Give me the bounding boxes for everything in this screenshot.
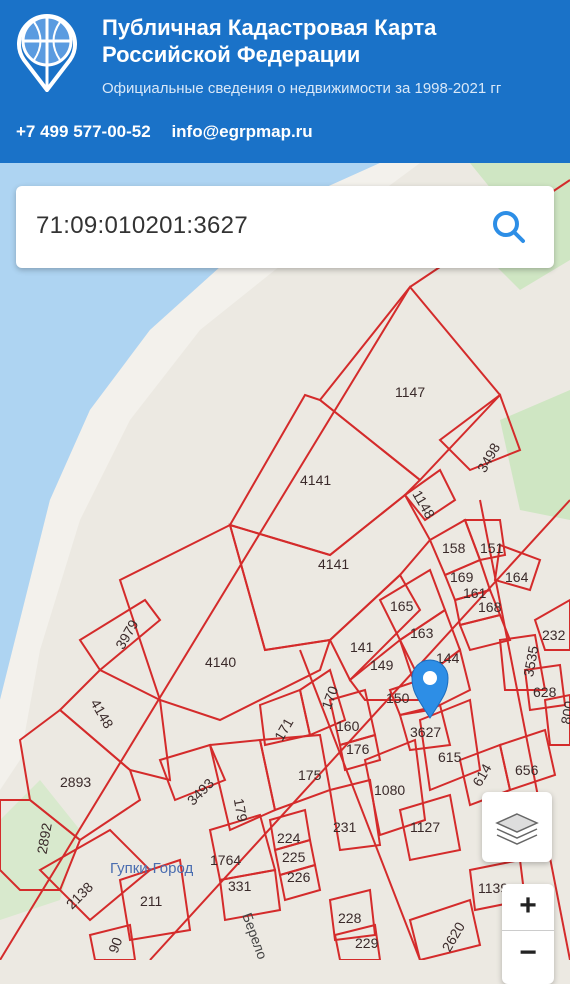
plot-label: 331 [228,878,252,894]
email-link[interactable]: info@egrpmap.ru [171,122,312,141]
app-header: Публичная Кадастровая Карта Российской Ф… [0,0,570,163]
cadastral-number-input[interactable]: 71:09:010201:3627 [36,212,248,240]
plot-label: 615 [438,749,462,765]
plot-label: 656 [515,762,539,778]
plot-label: 628 [533,684,557,700]
plot-label: 4141 [318,556,349,572]
plot-label: 232 [542,627,566,643]
plot-label: 225 [282,849,306,865]
layers-icon [495,813,539,845]
plot-label: 231 [333,819,357,835]
plot-label: 169 [450,569,474,585]
globe-logo-icon [17,14,77,92]
plot-label: 4140 [205,654,236,670]
place-label: Гупки-Город [110,860,193,877]
cadastral-search-bar[interactable]: 71:09:010201:3627 [16,186,554,268]
plot-label: 175 [298,767,322,783]
search-icon[interactable] [490,208,528,246]
plot-label: 165 [390,598,414,614]
plot-label: 168 [478,599,502,615]
zoom-in-button[interactable]: + [502,884,554,928]
contacts: +7 499 577-00-52 info@egrpmap.ru [16,122,329,142]
plot-label: 4141 [300,472,331,488]
plot-label: 151 [480,540,504,556]
plot-label: 1127 [410,819,440,835]
plot-label: 160 [336,718,360,734]
plot-label: 1764 [210,852,241,868]
title-line-1: Публичная Кадастровая Карта [102,15,437,40]
plot-label: 163 [410,625,434,641]
plot-label: 1080 [374,782,405,798]
plot-label: 229 [355,935,379,951]
plot-label: 3627 [410,724,441,740]
plot-label: 150 [386,690,410,706]
plot-label: 224 [277,830,301,846]
plot-label: 211 [140,893,163,909]
phone-link[interactable]: +7 499 577-00-52 [16,122,151,141]
plot-label: 226 [287,869,311,885]
plot-label: 158 [442,540,466,556]
plot-label: 2893 [60,774,91,790]
zoom-out-button[interactable]: − [502,930,554,975]
plot-label: 176 [346,741,370,757]
title-line-2: Российской Федерации [102,42,361,67]
zoom-control: + − [502,884,554,984]
plot-label: 1147 [395,384,425,400]
plot-label: 149 [370,657,394,673]
plot-label: 164 [505,569,529,585]
plot-label: 141 [350,639,374,655]
plot-label: 228 [338,910,362,926]
page-subtitle: Официальные сведения о недвижимости за 1… [102,80,502,97]
layers-button[interactable] [482,792,552,862]
page-title: Публичная Кадастровая Карта Российской Ф… [102,14,436,68]
